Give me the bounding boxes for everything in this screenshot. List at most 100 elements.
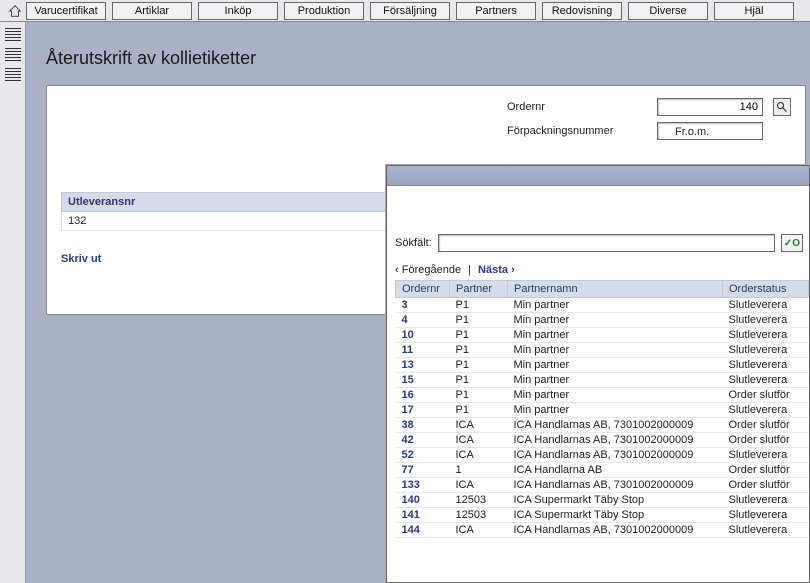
- partner-cell: P1: [450, 358, 508, 373]
- partnernamn-cell: ICA Supermarkt Täby Stop: [508, 508, 723, 523]
- print-link[interactable]: Skriv ut: [61, 253, 101, 265]
- orderstatus-cell: Slutleverera: [723, 373, 809, 388]
- order-link[interactable]: 3: [396, 298, 450, 313]
- orderstatus-cell: Order slutför: [723, 388, 809, 403]
- check-icon: ✓: [784, 238, 792, 249]
- chevron-left-icon: ‹: [395, 264, 399, 276]
- nav-tab-artiklar[interactable]: Artiklar: [112, 2, 192, 20]
- orderstatus-cell: Slutleverera: [723, 508, 809, 523]
- partner-cell: ICA: [450, 418, 508, 433]
- orderstatus-cell: Slutleverera: [723, 448, 809, 463]
- pager-prev[interactable]: Föregående: [402, 264, 461, 276]
- partner-cell: P1: [450, 343, 508, 358]
- table-row: 3P1Min partnerSlutleverera: [396, 298, 809, 313]
- search-input[interactable]: [438, 234, 775, 252]
- list-icon-3[interactable]: [5, 68, 21, 82]
- order-link[interactable]: 144: [396, 523, 450, 538]
- order-link[interactable]: 140: [396, 493, 450, 508]
- partner-cell: P1: [450, 388, 508, 403]
- col-partner[interactable]: Partner: [450, 281, 508, 298]
- nav-tab-produktion[interactable]: Produktion: [284, 2, 364, 20]
- partner-cell: 12503: [450, 508, 508, 523]
- col-utleverans[interactable]: Utleveransnr: [62, 193, 429, 212]
- partner-cell: P1: [450, 298, 508, 313]
- table-row: 17P1Min partnerSlutleverera: [396, 403, 809, 418]
- home-icon[interactable]: [8, 4, 22, 18]
- partnernamn-cell: ICA Supermarkt Täby Stop: [508, 493, 723, 508]
- partnernamn-cell: Min partner: [508, 358, 723, 373]
- nav-tab-inköp[interactable]: Inköp: [198, 2, 278, 20]
- partnernamn-cell: Min partner: [508, 298, 723, 313]
- table-row: 771ICA Handlarna ABOrder slutför: [396, 463, 809, 478]
- partnernamn-cell: ICA Handlarna AB: [508, 463, 723, 478]
- table-row: 14012503ICA Supermarkt Täby StopSlutleve…: [396, 493, 809, 508]
- pager-next[interactable]: Nästa: [478, 264, 508, 276]
- search-icon[interactable]: [773, 98, 791, 116]
- orderstatus-cell: Order slutför: [723, 478, 809, 493]
- nav-tab-varucertifikat[interactable]: Varucertifikat: [26, 2, 106, 20]
- pack-label: Förpackningsnummer: [507, 125, 647, 137]
- from-label: Fr.o.m.: [675, 126, 781, 138]
- order-link[interactable]: 42: [396, 433, 450, 448]
- orderstatus-cell: Slutleverera: [723, 523, 809, 538]
- order-link[interactable]: 15: [396, 373, 450, 388]
- table-row: 52ICAICA Handlarnas AB, 7301002000009Slu…: [396, 448, 809, 463]
- page-title: Återutskrift av kollietiketter: [46, 48, 796, 69]
- order-link[interactable]: 16: [396, 388, 450, 403]
- table-row: 38ICAICA Handlarnas AB, 7301002000009Ord…: [396, 418, 809, 433]
- col-partnernamn[interactable]: Partnernamn: [508, 281, 723, 298]
- partnernamn-cell: Min partner: [508, 403, 723, 418]
- order-link[interactable]: 52: [396, 448, 450, 463]
- order-lookup-popup: Sökfält: ✓O ‹ Föregående | Nästa › Order…: [386, 165, 810, 583]
- table-row: 15P1Min partnerSlutleverera: [396, 373, 809, 388]
- table-row: 10P1Min partnerSlutleverera: [396, 328, 809, 343]
- order-link[interactable]: 38: [396, 418, 450, 433]
- partner-cell: 12503: [450, 493, 508, 508]
- order-link[interactable]: 141: [396, 508, 450, 523]
- partnernamn-cell: ICA Handlarnas AB, 7301002000009: [508, 523, 723, 538]
- order-link[interactable]: 77: [396, 463, 450, 478]
- order-link[interactable]: 10: [396, 328, 450, 343]
- search-ok-button[interactable]: ✓O: [781, 234, 803, 252]
- partnernamn-cell: ICA Handlarnas AB, 7301002000009: [508, 418, 723, 433]
- nav-tab-hjäl[interactable]: Hjäl: [714, 2, 794, 20]
- col-ordernr[interactable]: Ordernr: [396, 281, 450, 298]
- orderstatus-cell: Order slutför: [723, 433, 809, 448]
- list-icon-2[interactable]: [5, 48, 21, 62]
- order-link[interactable]: 133: [396, 478, 450, 493]
- nav-tab-försäljning[interactable]: Försäljning: [370, 2, 450, 20]
- orderstatus-cell: Order slutför: [723, 418, 809, 433]
- table-row: 133ICAICA Handlarnas AB, 7301002000009Or…: [396, 478, 809, 493]
- col-orderstatus[interactable]: Orderstatus: [723, 281, 809, 298]
- table-row: 14112503ICA Supermarkt Täby StopSlutleve…: [396, 508, 809, 523]
- partnernamn-cell: Min partner: [508, 313, 723, 328]
- partner-cell: P1: [450, 328, 508, 343]
- popup-titlebar[interactable]: [387, 166, 809, 186]
- nav-tab-partners[interactable]: Partners: [456, 2, 536, 20]
- order-link[interactable]: 17: [396, 403, 450, 418]
- order-input[interactable]: [657, 98, 763, 116]
- nav-tab-redovisning[interactable]: Redovisning: [542, 2, 622, 20]
- order-link[interactable]: 11: [396, 343, 450, 358]
- order-link[interactable]: 13: [396, 358, 450, 373]
- order-link[interactable]: 4: [396, 313, 450, 328]
- partnernamn-cell: Min partner: [508, 388, 723, 403]
- partner-cell: ICA: [450, 478, 508, 493]
- orderstatus-cell: Slutleverera: [723, 403, 809, 418]
- partner-cell: ICA: [450, 523, 508, 538]
- orderstatus-cell: Slutleverera: [723, 493, 809, 508]
- partner-cell: ICA: [450, 433, 508, 448]
- left-toolbar: [0, 22, 26, 583]
- nav-tab-diverse[interactable]: Diverse: [628, 2, 708, 20]
- table-row: 144ICAICA Handlarnas AB, 7301002000009Sl…: [396, 523, 809, 538]
- chevron-right-icon: ›: [511, 264, 515, 276]
- order-label: Ordernr: [507, 101, 647, 113]
- table-row: 16P1Min partnerOrder slutför: [396, 388, 809, 403]
- orderstatus-cell: Slutleverera: [723, 358, 809, 373]
- orderstatus-cell: Slutleverera: [723, 298, 809, 313]
- orderstatus-cell: Slutleverera: [723, 313, 809, 328]
- partner-cell: 1: [450, 463, 508, 478]
- partnernamn-cell: Min partner: [508, 373, 723, 388]
- list-icon[interactable]: [5, 28, 21, 42]
- partnernamn-cell: ICA Handlarnas AB, 7301002000009: [508, 433, 723, 448]
